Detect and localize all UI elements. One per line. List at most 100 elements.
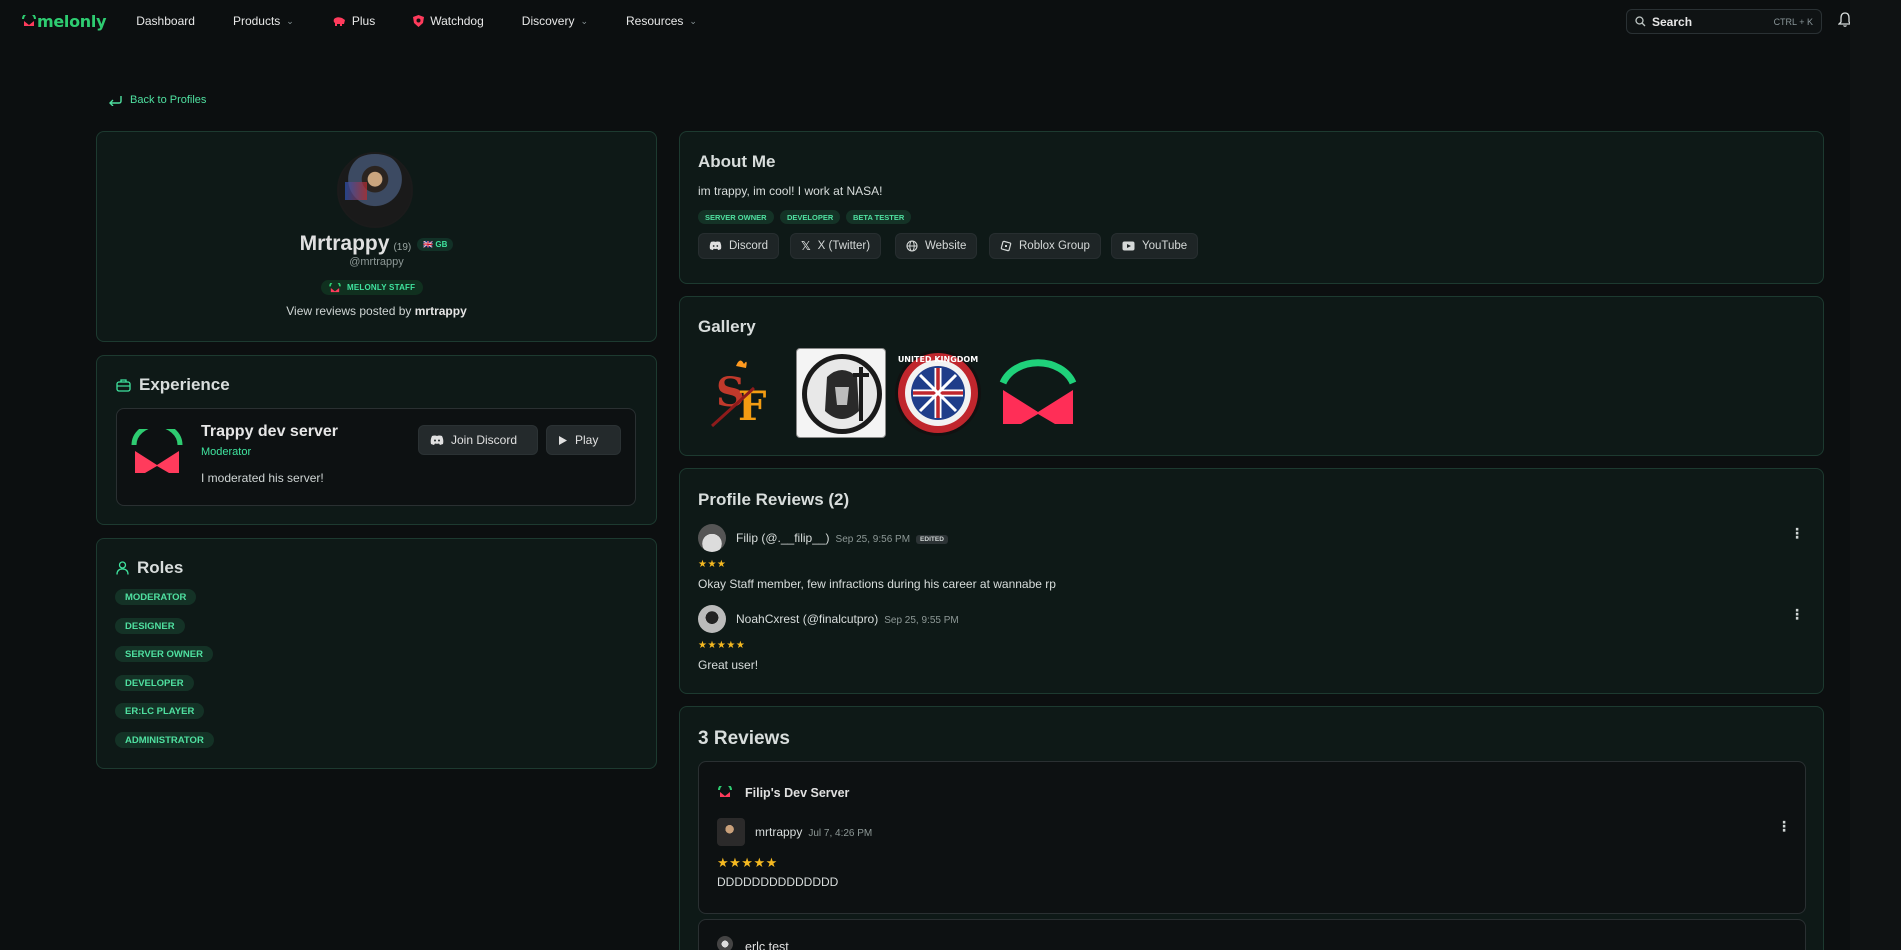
return-arrow-icon — [109, 96, 122, 106]
profile-handle: @mrtrappy — [349, 256, 404, 268]
roles-heading: Roles — [116, 558, 183, 578]
nav-watchdog[interactable]: Watchdog — [413, 14, 484, 28]
roblox-group-link-button[interactable]: Roblox Group — [989, 233, 1101, 259]
review-server-name[interactable]: erlc test — [745, 940, 789, 950]
x-icon: 𝕏 — [801, 239, 811, 253]
gallery-card: Gallery S F UNITED KINGDOM — [679, 296, 1824, 456]
review-author-row: mrtrappy Jul 7, 4:26 PM — [755, 825, 872, 839]
back-to-profiles-link[interactable]: Back to Profiles — [108, 94, 206, 106]
nav-products[interactable]: Products ⌄ — [233, 14, 294, 28]
chevron-down-icon: ⌄ — [580, 15, 589, 26]
globe-icon — [906, 240, 918, 252]
search-shortcut: CTRL + K — [1773, 16, 1813, 27]
review-author-avatar[interactable] — [698, 605, 726, 633]
about-card: About Me im trappy, im cool! I work at N… — [679, 131, 1824, 284]
logo-text: melonly — [37, 11, 107, 31]
search-bar[interactable]: Search CTRL + K — [1626, 9, 1822, 34]
discord-link-label: Discord — [729, 240, 768, 252]
gallery-image-uk-seal[interactable]: UNITED KINGDOM — [893, 348, 983, 438]
discord-link-button[interactable]: Discord — [698, 233, 779, 259]
review-author[interactable]: mrtrappy — [755, 825, 802, 839]
nav-plus[interactable]: Plus — [332, 14, 375, 28]
nav-dashboard-label: Dashboard — [136, 14, 195, 28]
roles-card: Roles MODERATOR DESIGNER SERVER OWNER DE… — [96, 538, 657, 769]
experience-item: Trappy dev server Moderator I moderated … — [116, 408, 636, 506]
back-label: Back to Profiles — [130, 94, 207, 106]
youtube-link-label: YouTube — [1142, 240, 1188, 252]
role-pill: ADMINISTRATOR — [115, 732, 214, 748]
about-title: About Me — [698, 152, 776, 171]
gallery-image-knight[interactable] — [796, 348, 886, 438]
more-options-icon[interactable]: ⋮ — [1790, 607, 1804, 621]
app: melonly Dashboard Products ⌄ Plus Watchdo… — [0, 0, 1850, 950]
review-stars: ★★★ — [698, 559, 727, 570]
nav-discovery[interactable]: Discovery ⌄ — [522, 14, 588, 28]
search-icon — [1635, 16, 1646, 27]
view-reviews-prefix: View reviews posted by — [286, 304, 415, 318]
review-text: Okay Staff member, few infractions durin… — [698, 577, 1056, 591]
experience-heading: Experience — [116, 375, 230, 395]
roles-title: Roles — [137, 558, 184, 577]
bell-icon[interactable] — [1838, 12, 1850, 27]
search-label: Search — [1652, 14, 1693, 29]
youtube-icon — [1122, 241, 1135, 251]
edited-badge: EDITED — [916, 535, 948, 544]
knight-emblem-image — [802, 354, 882, 434]
melonly-logo-icon — [22, 15, 36, 26]
melonly-logo-icon — [131, 429, 183, 473]
review-author-avatar[interactable] — [717, 818, 745, 846]
view-reviews-link[interactable]: View reviews posted by mrtrappy — [97, 304, 656, 318]
roblox-group-link-label: Roblox Group — [1019, 240, 1090, 252]
play-icon — [559, 435, 567, 445]
country-code: GB — [435, 240, 448, 249]
discord-icon — [709, 241, 722, 251]
more-options-icon[interactable]: ⋮ — [1777, 819, 1791, 833]
join-discord-label: Join Discord — [451, 433, 518, 447]
view-reviews-user: mrtrappy — [414, 304, 467, 318]
play-button[interactable]: Play — [546, 425, 621, 455]
role-pill: DEVELOPER — [115, 675, 194, 691]
review-server-name[interactable]: Filip's Dev Server — [745, 786, 849, 800]
nav-products-label: Products — [232, 14, 281, 28]
gallery-image-melonly[interactable] — [993, 348, 1083, 438]
join-discord-button[interactable]: Join Discord — [418, 425, 538, 455]
experience-card: Experience Trappy dev server Moderator I… — [96, 355, 657, 525]
website-link-button[interactable]: Website — [895, 233, 978, 259]
user-icon — [116, 561, 129, 575]
discord-icon — [430, 435, 444, 445]
elephant-icon — [333, 16, 345, 26]
profile-name-row: Mrtrappy (19) 🇬🇧 GB — [97, 232, 656, 256]
roblox-icon — [1000, 240, 1012, 252]
review-stars: ★★★★★ — [717, 855, 778, 870]
scrollbar[interactable] — [1850, 0, 1901, 950]
staff-badge: MELONLY STAFF — [321, 280, 424, 295]
about-text: im trappy, im cool! I work at NASA! — [698, 184, 883, 198]
tag-beta-tester: BETA TESTER — [846, 210, 912, 224]
review-time: Sep 25, 9:56 PM — [835, 534, 911, 545]
review-author[interactable]: NoahCxrest (@finalcutpro) — [736, 612, 878, 626]
reviews-title: 3 Reviews — [698, 728, 790, 749]
server-review-card: Filip's Dev Server mrtrappy Jul 7, 4:26 P… — [698, 761, 1806, 914]
review-server-avatar — [717, 936, 733, 950]
youtube-link-button[interactable]: YouTube — [1111, 233, 1199, 259]
chevron-down-icon: ⌄ — [689, 15, 697, 26]
nav-resources[interactable]: Resources ⌄ — [626, 14, 697, 28]
top-nav: melonly Dashboard Products ⌄ Plus Watchdo… — [0, 0, 1850, 42]
reviews-card: 3 Reviews Filip's Dev Server mrtrappy Jul… — [679, 706, 1824, 950]
sf-logo-image: S F — [710, 360, 766, 430]
nav-watchdog-label: Watchdog — [430, 14, 484, 28]
review-text: DDDDDDDDDDDDDD — [717, 875, 839, 889]
nav-dashboard[interactable]: Dashboard — [136, 14, 195, 28]
gallery-image-sf[interactable]: S F — [696, 348, 786, 438]
twitter-link-button[interactable]: 𝕏 X (Twitter) — [790, 233, 882, 259]
more-options-icon[interactable]: ⋮ — [1790, 526, 1804, 540]
uk-seal-image: UNITED KINGDOM — [895, 350, 981, 436]
staff-badge-label: MELONLY STAFF — [347, 283, 416, 292]
nav-discovery-label: Discovery — [521, 14, 575, 28]
experience-desc: I moderated his server! — [201, 471, 324, 485]
briefcase-icon — [116, 378, 131, 392]
melonly-logo[interactable]: melonly — [22, 11, 107, 31]
review-author-avatar[interactable] — [698, 524, 726, 552]
review-author[interactable]: Filip (@.__filip__) — [736, 531, 830, 545]
review-stars: ★★★★★ — [698, 640, 746, 651]
